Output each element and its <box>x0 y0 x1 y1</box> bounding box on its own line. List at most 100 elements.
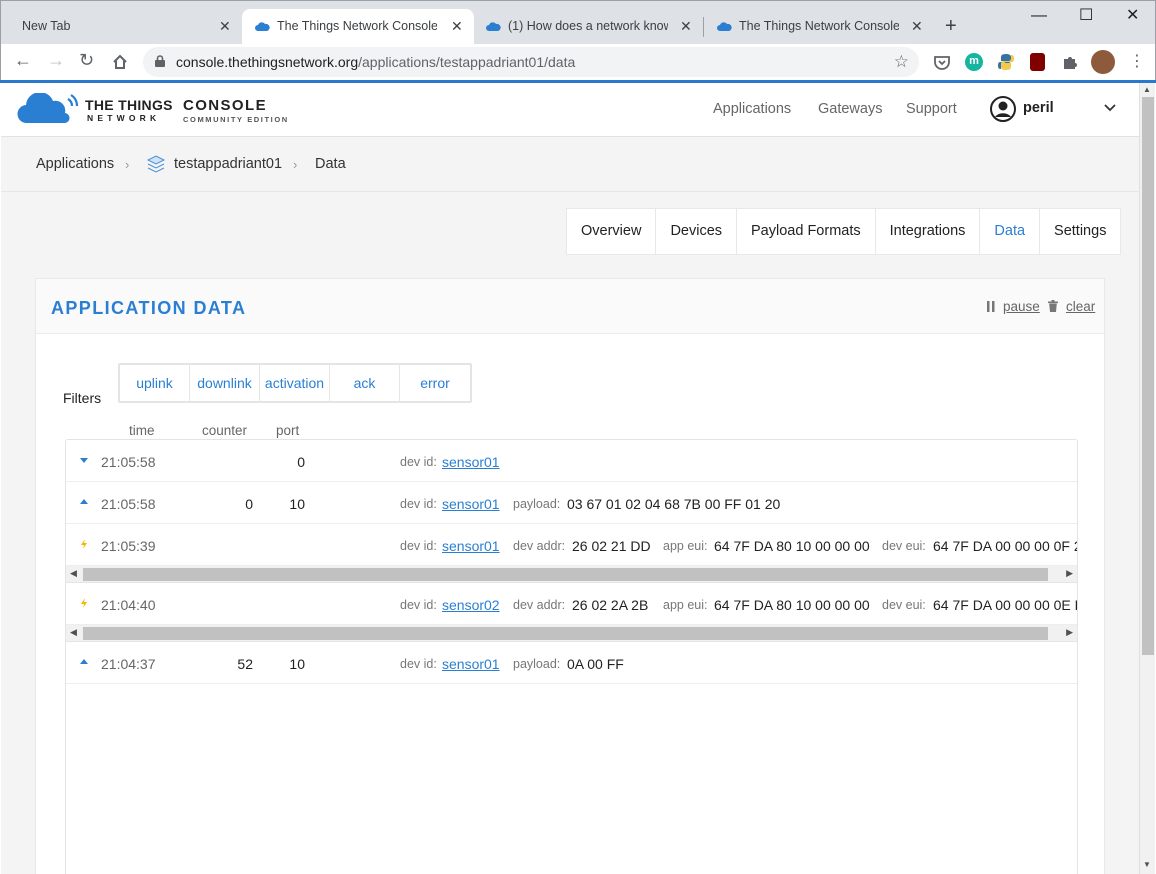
browser-tab-title: New Tab <box>22 19 71 33</box>
filter-uplink[interactable]: uplink <box>120 365 190 401</box>
scroll-left-arrow-icon[interactable]: ◀ <box>70 627 77 638</box>
filter-error[interactable]: error <box>400 365 470 401</box>
breadcrumb-applications[interactable]: Applications <box>36 156 114 172</box>
lock-icon <box>155 55 165 67</box>
tab-data[interactable]: Data <box>980 209 1041 254</box>
scroll-down-arrow-icon[interactable]: ▼ <box>1143 860 1151 869</box>
new-tab-plus-icon[interactable]: + <box>945 15 957 38</box>
close-icon[interactable]: ✕ <box>219 18 231 35</box>
browser-tabstrip: New Tab ✕ The Things Network Console ✕ (… <box>0 0 1156 45</box>
dev-eui-key: dev eui: <box>882 539 926 553</box>
row-horizontal-scrollbar[interactable]: ◀ ▶ <box>66 566 1077 583</box>
scroll-right-arrow-icon[interactable]: ▶ <box>1066 627 1073 638</box>
scrollbar-thumb[interactable] <box>83 627 1048 640</box>
tab-integrations[interactable]: Integrations <box>876 209 981 254</box>
scrollbar-thumb[interactable] <box>83 568 1048 581</box>
chevron-down-icon[interactable] <box>1103 103 1117 113</box>
payload-value: 03 67 01 02 04 68 7B 00 FF 01 20 <box>567 496 781 512</box>
table-row[interactable]: 21:04:40 dev id: sensor02 dev addr: 26 0… <box>66 583 1077 625</box>
card-header: APPLICATION DATA pause clear <box>36 279 1104 334</box>
user-avatar-icon[interactable] <box>990 96 1016 122</box>
clear-button[interactable]: clear <box>1066 299 1095 314</box>
row-time: 21:05:58 <box>101 496 156 512</box>
dev-id-link[interactable]: sensor01 <box>442 656 500 672</box>
url-path: /applications/testappadriant01/data <box>358 54 576 70</box>
url-text: console.thethingsnetwork.org/application… <box>176 54 575 70</box>
dev-id-key: dev id: <box>400 497 437 511</box>
payload-key: payload: <box>513 657 561 671</box>
tab-devices[interactable]: Devices <box>656 209 738 254</box>
username[interactable]: peril <box>1023 100 1054 116</box>
filter-activation[interactable]: activation <box>260 365 330 401</box>
table-row[interactable]: 21:05:58 0 10 dev id: sensor01 payload: … <box>66 482 1077 524</box>
scroll-left-arrow-icon[interactable]: ◀ <box>70 568 77 579</box>
nav-support[interactable]: Support <box>906 101 957 117</box>
dev-id-link[interactable]: sensor01 <box>442 454 500 470</box>
home-icon[interactable] <box>111 53 129 71</box>
dev-addr-value: 26 02 2A 2B <box>572 597 649 613</box>
table-row[interactable]: 21:05:39 dev id: sensor01 dev addr: 26 0… <box>66 524 1077 566</box>
pause-button[interactable]: pause <box>1003 299 1040 314</box>
minimize-icon[interactable]: — <box>1031 7 1047 25</box>
nav-gateways[interactable]: Gateways <box>818 101 882 117</box>
dev-id-link[interactable]: sensor01 <box>442 538 500 554</box>
browser-toolbar: ← → ↻ console.thethingsnetwork.org/appli… <box>0 44 1156 80</box>
filter-ack[interactable]: ack <box>330 365 400 401</box>
filters-label: Filters <box>63 390 102 406</box>
tab-settings[interactable]: Settings <box>1040 209 1120 254</box>
menu-kebab-icon[interactable]: ⋮ <box>1129 51 1145 71</box>
forward-arrow-icon[interactable]: → <box>47 50 65 71</box>
maximize-icon[interactable]: ☐ <box>1079 5 1093 25</box>
dev-id-key: dev id: <box>400 539 437 553</box>
card-title: APPLICATION DATA <box>51 298 247 318</box>
row-port: 10 <box>289 656 305 672</box>
m-extension-icon[interactable]: m <box>965 53 983 71</box>
puzzle-extensions-icon[interactable] <box>1061 53 1079 71</box>
address-bar[interactable]: console.thethingsnetwork.org/application… <box>143 47 919 77</box>
lightning-bolt-icon <box>81 539 87 549</box>
browser-tab-title: The Things Network Console <box>739 19 899 33</box>
dev-eui-value: 64 7F DA 00 00 00 0E D <box>933 597 1078 613</box>
pause-icon[interactable] <box>987 301 995 312</box>
table-row[interactable]: 21:04:37 52 10 dev id: sensor01 payload:… <box>66 642 1077 684</box>
app-eui-value: 64 7F DA 80 10 00 00 00 <box>714 597 870 613</box>
browser-tab-new-tab[interactable]: New Tab ✕ <box>9 9 241 45</box>
row-horizontal-scrollbar[interactable]: ◀ ▶ <box>66 625 1077 642</box>
back-arrow-icon[interactable]: ← <box>14 50 32 71</box>
row-counter: 52 <box>237 656 253 672</box>
scroll-up-arrow-icon[interactable]: ▲ <box>1143 85 1151 94</box>
ttn-logo-cloud-icon[interactable] <box>17 93 79 125</box>
window-close-icon[interactable]: ✕ <box>1126 5 1139 25</box>
bookmark-star-icon[interactable]: ☆ <box>894 52 909 72</box>
nav-applications[interactable]: Applications <box>713 101 791 117</box>
browser-tab-ttn-console-active[interactable]: The Things Network Console ✕ <box>242 9 474 45</box>
close-icon[interactable]: ✕ <box>911 18 923 35</box>
filter-downlink[interactable]: downlink <box>190 365 260 401</box>
chevron-right-icon: › <box>293 157 298 172</box>
breadcrumb-app-id[interactable]: testappadriant01 <box>174 156 282 172</box>
row-counter: 0 <box>245 496 253 512</box>
browser-tab-title: The Things Network Console <box>277 19 437 33</box>
profile-avatar[interactable] <box>1091 50 1115 74</box>
scroll-right-arrow-icon[interactable]: ▶ <box>1066 568 1073 579</box>
dev-id-link[interactable]: sensor02 <box>442 597 500 613</box>
tab-overview[interactable]: Overview <box>567 209 657 254</box>
close-icon[interactable]: ✕ <box>680 18 692 35</box>
ublock-icon[interactable] <box>1030 53 1045 71</box>
browser-tab-ttn-console[interactable]: The Things Network Console ✕ <box>704 9 934 45</box>
dev-id-key: dev id: <box>400 455 437 469</box>
pocket-icon[interactable] <box>933 53 951 71</box>
browser-tab-network-question[interactable]: (1) How does a network know a ✕ <box>473 9 703 45</box>
tab-payload-formats[interactable]: Payload Formats <box>737 209 876 254</box>
python-extension-icon[interactable] <box>997 53 1015 71</box>
cloud-icon <box>255 22 270 31</box>
scrollbar-thumb[interactable] <box>1142 97 1154 655</box>
table-row[interactable]: 21:05:58 0 dev id: sensor01 <box>66 440 1077 482</box>
dev-id-link[interactable]: sensor01 <box>442 496 500 512</box>
page-vertical-scrollbar[interactable]: ▲ ▼ <box>1139 83 1155 874</box>
trash-icon[interactable] <box>1048 300 1058 312</box>
reload-icon[interactable]: ↻ <box>79 50 94 71</box>
close-icon[interactable]: ✕ <box>451 18 463 35</box>
row-port: 10 <box>289 496 305 512</box>
row-time: 21:05:39 <box>101 538 156 554</box>
